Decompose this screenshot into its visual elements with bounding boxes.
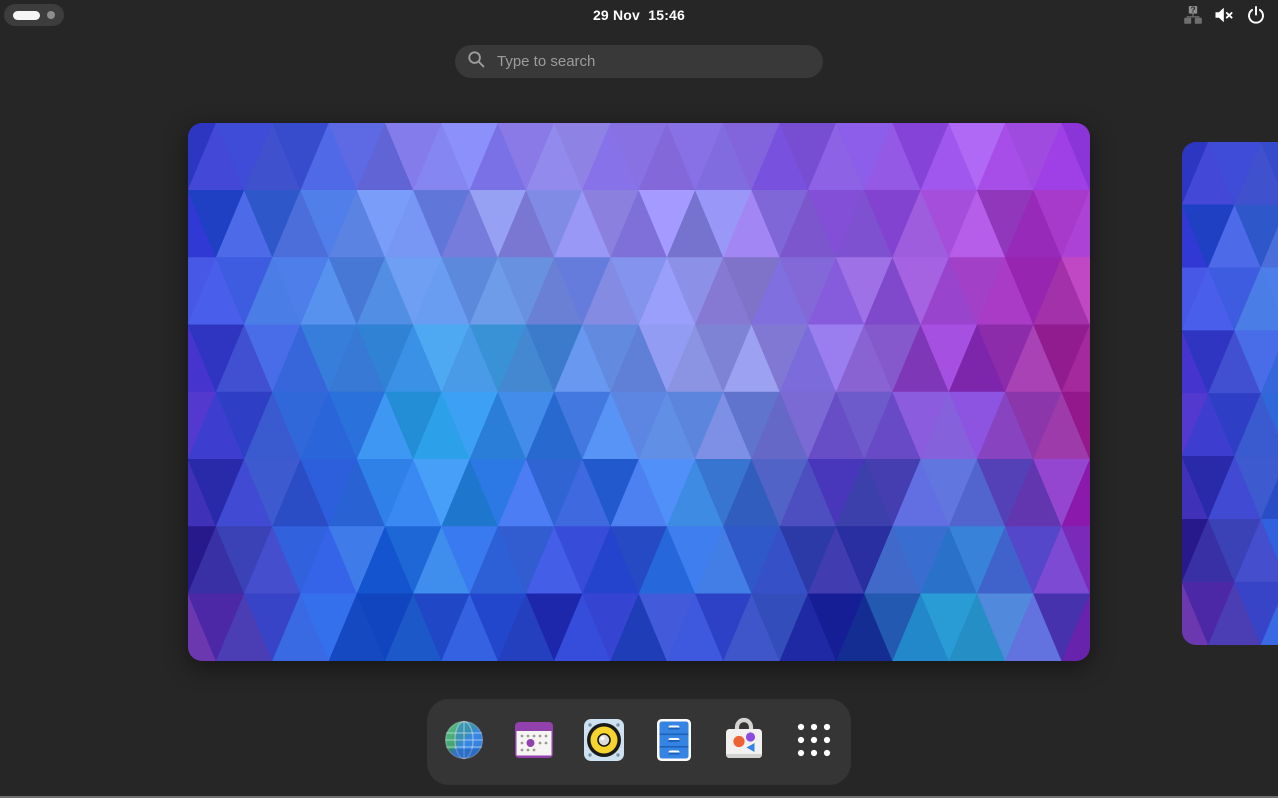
app-calendar[interactable] xyxy=(508,716,560,768)
show-apps-button[interactable] xyxy=(788,716,840,768)
files-cabinet-icon xyxy=(650,716,698,769)
wallpaper-triangles xyxy=(1182,142,1278,645)
workspace-thumbnail-current[interactable] xyxy=(188,123,1090,661)
calendar-icon xyxy=(510,716,558,769)
web-globe-icon xyxy=(440,716,488,769)
app-software[interactable] xyxy=(718,716,770,768)
power-icon xyxy=(1246,5,1266,25)
app-files[interactable] xyxy=(648,716,700,768)
volume-muted-icon xyxy=(1214,5,1235,25)
app-music-player[interactable] xyxy=(578,716,630,768)
system-status-area[interactable]: ? xyxy=(1177,0,1272,30)
show-apps-grid-icon xyxy=(790,716,838,769)
svg-text:?: ? xyxy=(1190,5,1195,14)
dash-dock xyxy=(427,699,851,785)
network-wired-unknown-icon: ? xyxy=(1183,5,1203,25)
software-bag-icon xyxy=(720,716,768,769)
top-bar: 29 Nov 15:46 ? xyxy=(0,0,1278,30)
music-speaker-icon xyxy=(580,716,628,769)
wallpaper-triangles xyxy=(188,123,1090,661)
search-bar[interactable] xyxy=(455,45,823,78)
search-input[interactable] xyxy=(495,52,811,71)
app-web-browser[interactable] xyxy=(438,716,490,768)
workspace-thumbnail-next[interactable] xyxy=(1182,142,1278,645)
clock[interactable]: 29 Nov 15:46 xyxy=(0,0,1278,30)
search-icon xyxy=(467,50,486,74)
